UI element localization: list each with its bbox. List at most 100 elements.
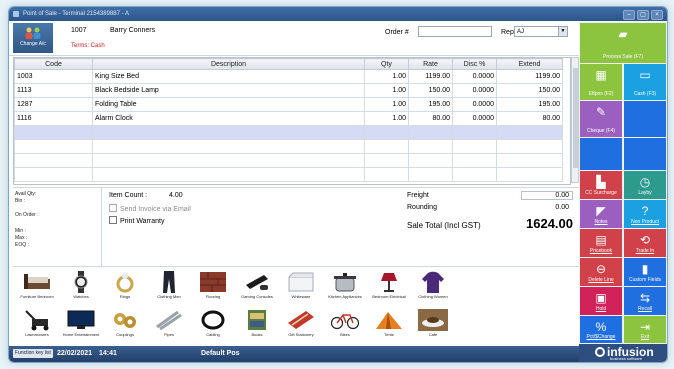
category-rings[interactable]: Rings bbox=[103, 269, 147, 309]
layby-button[interactable]: ◷ Layby bbox=[624, 171, 666, 199]
table-row-empty[interactable] bbox=[14, 167, 563, 182]
cell-rate[interactable]: 1199.00 bbox=[408, 69, 453, 84]
chevron-down-icon[interactable]: ▼ bbox=[558, 27, 567, 36]
minimize-button[interactable]: – bbox=[623, 10, 635, 20]
column-header-extend[interactable]: Extend bbox=[496, 58, 563, 70]
category-kitchen-appliances[interactable]: Kitchen Appliances bbox=[323, 269, 367, 309]
category-bikes[interactable]: Bikes bbox=[323, 307, 367, 347]
cell-disc[interactable]: 0.0000 bbox=[452, 69, 497, 84]
send-invoice-checkbox[interactable]: Send Invoice via Email bbox=[109, 204, 191, 213]
category-lawnmowers[interactable]: Lawnmowers bbox=[15, 307, 59, 347]
checkbox-box[interactable] bbox=[109, 216, 117, 224]
cell-extend[interactable]: 80.00 bbox=[496, 111, 563, 126]
cheque-button[interactable]: ✎ Cheque (F4) bbox=[580, 101, 622, 137]
cell-qty[interactable]: 1.00 bbox=[364, 83, 409, 98]
category-cabling[interactable]: Cabling bbox=[191, 307, 235, 347]
cell-code[interactable] bbox=[14, 167, 93, 182]
rep-select[interactable]: AJ ▼ bbox=[514, 26, 568, 37]
checkbox-box[interactable] bbox=[109, 204, 117, 212]
pricebook-button[interactable]: ▤ Pricebook bbox=[580, 229, 622, 257]
process-sale-button[interactable]: ▰ Process Sale (F7) bbox=[580, 23, 666, 63]
cell-description[interactable] bbox=[92, 125, 365, 140]
grid-scrollbar[interactable] bbox=[571, 57, 579, 183]
function-key-list-button[interactable]: Function key list bbox=[13, 349, 53, 358]
category-clothing-men[interactable]: Clothing Men bbox=[147, 269, 191, 309]
hold-button[interactable]: ▣ Hold bbox=[580, 287, 622, 315]
maximize-button[interactable]: ▢ bbox=[637, 10, 649, 20]
category-gift-stationery[interactable]: Gift Stationery bbox=[279, 307, 323, 347]
cell-disc[interactable] bbox=[452, 167, 497, 182]
cell-description[interactable]: Black Bedside Lamp bbox=[92, 83, 365, 98]
non-product-button[interactable]: ? Non Product bbox=[624, 200, 666, 228]
blank-button-2[interactable] bbox=[580, 138, 622, 170]
table-row[interactable]: 1287 Folding Table 1.00 195.00 0.0000 19… bbox=[14, 97, 563, 112]
cell-description[interactable]: King Size Bed bbox=[92, 69, 365, 84]
cell-code[interactable] bbox=[14, 153, 93, 168]
recall-button[interactable]: ⇆ Recall bbox=[624, 287, 666, 315]
cell-description[interactable] bbox=[92, 139, 365, 154]
custom-fields-button[interactable]: ▮ Custom Fields bbox=[624, 258, 666, 286]
print-warranty-checkbox[interactable]: Print Warranty bbox=[109, 216, 164, 225]
cell-description[interactable] bbox=[92, 167, 365, 182]
cell-extend[interactable] bbox=[496, 139, 563, 154]
category-pipes[interactable]: Pipes bbox=[147, 307, 191, 347]
cell-code[interactable]: 1113 bbox=[14, 83, 93, 98]
cell-rate[interactable]: 80.00 bbox=[408, 111, 453, 126]
cell-qty[interactable] bbox=[364, 125, 409, 140]
cell-code[interactable] bbox=[14, 125, 93, 140]
cell-disc[interactable] bbox=[452, 153, 497, 168]
column-header-disc[interactable]: Disc % bbox=[452, 58, 497, 70]
cell-extend[interactable] bbox=[496, 153, 563, 168]
category-watches[interactable]: Watches bbox=[59, 269, 103, 309]
change-account-button[interactable]: Change A/c bbox=[13, 23, 53, 53]
percent-change-button[interactable]: % Pct/$Change bbox=[580, 316, 622, 343]
cell-extend[interactable] bbox=[496, 125, 563, 140]
category-home-entertainment[interactable]: Home Entertainment bbox=[59, 307, 103, 347]
cell-qty[interactable] bbox=[364, 139, 409, 154]
trade-in-button[interactable]: ⟲ Trade In bbox=[624, 229, 666, 257]
table-row-empty[interactable] bbox=[14, 153, 563, 168]
eftpos-button[interactable]: ▦ Eftpos (F2) bbox=[580, 64, 622, 100]
order-number-input[interactable] bbox=[418, 26, 492, 37]
cell-extend[interactable]: 195.00 bbox=[496, 97, 563, 112]
category-furniture-bedroom[interactable]: Furniture Bedroom bbox=[15, 269, 59, 309]
category-clothing-women[interactable]: Clothing Women bbox=[411, 269, 455, 309]
cell-description[interactable]: Folding Table bbox=[92, 97, 365, 112]
blank-button-1[interactable] bbox=[624, 101, 666, 137]
cell-qty[interactable]: 1.00 bbox=[364, 111, 409, 126]
cell-code[interactable]: 1116 bbox=[14, 111, 93, 126]
category-whiteware[interactable]: Whiteware bbox=[279, 269, 323, 309]
table-row-new[interactable] bbox=[14, 125, 563, 140]
category-bedroom-electrical[interactable]: Bedroom Electrical bbox=[367, 269, 411, 309]
cell-rate[interactable] bbox=[408, 125, 453, 140]
cell-description[interactable] bbox=[92, 153, 365, 168]
exit-button[interactable]: ⇥ Exit bbox=[624, 316, 666, 343]
close-button[interactable]: × bbox=[651, 10, 663, 20]
delete-line-button[interactable]: ⊖ Delete Line bbox=[580, 258, 622, 286]
category-gaming-consoles[interactable]: Gaming Consoles bbox=[235, 269, 279, 309]
cell-extend[interactable] bbox=[496, 167, 563, 182]
cell-disc[interactable]: 0.0000 bbox=[452, 111, 497, 126]
blank-button-3[interactable] bbox=[624, 138, 666, 170]
cell-code[interactable] bbox=[14, 139, 93, 154]
cell-rate[interactable] bbox=[408, 153, 453, 168]
column-header-code[interactable]: Code bbox=[14, 58, 93, 70]
table-row-empty[interactable] bbox=[14, 139, 563, 154]
category-tents[interactable]: Tents bbox=[367, 307, 411, 347]
scrollbar-thumb[interactable] bbox=[573, 68, 578, 168]
cell-rate[interactable] bbox=[408, 139, 453, 154]
cell-extend[interactable]: 1199.00 bbox=[496, 69, 563, 84]
table-row[interactable]: 1116 Alarm Clock 1.00 80.00 0.0000 80.00 bbox=[14, 111, 563, 126]
cell-qty[interactable]: 1.00 bbox=[364, 97, 409, 112]
cell-rate[interactable]: 150.00 bbox=[408, 83, 453, 98]
cc-surcharge-button[interactable]: ▙ CC Surcharge bbox=[580, 171, 622, 199]
table-row[interactable]: 1113 Black Bedside Lamp 1.00 150.00 0.00… bbox=[14, 83, 563, 98]
cell-code[interactable]: 1003 bbox=[14, 69, 93, 84]
cell-extend[interactable]: 150.00 bbox=[496, 83, 563, 98]
cell-description[interactable]: Alarm Clock bbox=[92, 111, 365, 126]
cell-code[interactable]: 1287 bbox=[14, 97, 93, 112]
cell-rate[interactable]: 195.00 bbox=[408, 97, 453, 112]
category-flooring[interactable]: Flooring bbox=[191, 269, 235, 309]
cell-rate[interactable] bbox=[408, 167, 453, 182]
cell-disc[interactable] bbox=[452, 125, 497, 140]
